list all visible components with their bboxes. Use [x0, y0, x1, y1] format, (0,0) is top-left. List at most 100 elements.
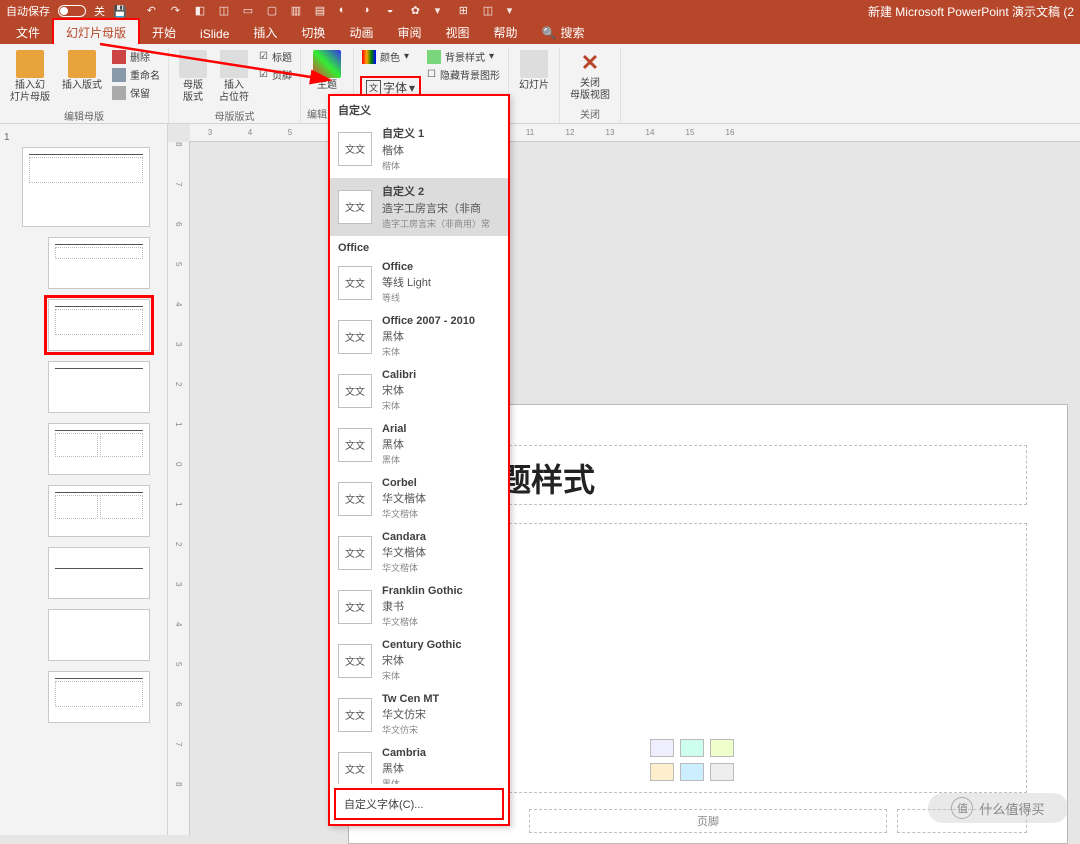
font-name: Arial	[382, 423, 406, 435]
slide-size-button[interactable]: 幻灯片	[515, 48, 553, 94]
font-preview-icon: 文文	[338, 374, 372, 408]
font-theme-item[interactable]: 文文Calibri宋体宋体	[330, 364, 508, 418]
smartart-icon[interactable]	[710, 739, 734, 757]
thumbnail-layout[interactable]	[48, 547, 150, 599]
footer-checkbox[interactable]: ☑ 页脚	[257, 66, 294, 83]
qat-icon[interactable]: ⊞	[459, 4, 473, 18]
thumbnail-layout[interactable]	[48, 671, 150, 723]
qat-icon[interactable]: ✿	[411, 4, 425, 18]
font-major: 宋体	[382, 382, 416, 398]
picture-icon[interactable]	[650, 763, 674, 781]
font-preview-icon: 文文	[338, 132, 372, 166]
qat-dropdown-icon[interactable]: ▾	[507, 4, 521, 18]
font-theme-item[interactable]: 文文Corbel华文楷体华文楷体	[330, 472, 508, 526]
thumbnail-layout[interactable]	[48, 361, 150, 413]
background-styles-button[interactable]: 背景样式 ▾	[425, 48, 502, 65]
qat-icon[interactable]: ◫	[483, 4, 497, 18]
font-minor: 华文楷体	[382, 561, 426, 574]
font-major: 楷体	[382, 142, 424, 158]
insert-slide-master-button[interactable]: 插入幻 灯片母版	[6, 48, 54, 106]
customize-fonts-button[interactable]: 自定义字体(C)...	[334, 788, 504, 820]
tab-insert[interactable]: 插入	[241, 20, 289, 44]
font-theme-item[interactable]: 文文Office 2007 - 2010黑体宋体	[330, 310, 508, 364]
thumbnail-layout[interactable]	[48, 485, 150, 537]
tab-search[interactable]: 🔍搜索	[530, 20, 597, 44]
qat-icon[interactable]: ◫	[219, 4, 233, 18]
undo-icon[interactable]: ↶	[147, 4, 161, 18]
qat-icon[interactable]: ◧	[195, 4, 209, 18]
footer-placeholder[interactable]: 页脚	[529, 809, 887, 833]
tab-transitions[interactable]: 切换	[289, 20, 337, 44]
colors-button[interactable]: 颜色 ▾	[360, 48, 421, 65]
tab-file[interactable]: 文件	[4, 20, 52, 44]
font-theme-item[interactable]: 文文Franklin Gothic隶书华文楷体	[330, 580, 508, 634]
tab-help[interactable]: 帮助	[481, 20, 529, 44]
delete-button[interactable]: 删除	[110, 48, 162, 65]
ruler-vertical: 87654321012345678	[168, 142, 190, 835]
tab-slide-master[interactable]: 幻灯片母版	[52, 18, 140, 44]
tab-view[interactable]: 视图	[433, 20, 481, 44]
font-name: Tw Cen MT	[382, 693, 439, 705]
font-minor: 等线	[382, 291, 431, 304]
thumbnail-layout[interactable]	[48, 237, 150, 289]
dropdown-section-office: Office	[330, 236, 508, 256]
font-theme-item[interactable]: 文文Cambria黑体黑体	[330, 742, 508, 784]
insert-placeholder-button[interactable]: 插入 占位符	[215, 48, 253, 106]
font-theme-item[interactable]: 文文Candara华文楷体华文楷体	[330, 526, 508, 580]
font-preview-icon: 文文	[338, 428, 372, 462]
qat-icon[interactable]: ◒	[387, 4, 401, 18]
title-checkbox[interactable]: ☑ 标题	[257, 48, 294, 65]
tab-review[interactable]: 审阅	[385, 20, 433, 44]
table-icon[interactable]	[650, 739, 674, 757]
tab-islide[interactable]: iSlide	[188, 23, 241, 44]
insert-layout-button[interactable]: 插入版式	[58, 48, 106, 94]
font-major: 华文楷体	[382, 490, 426, 506]
online-picture-icon[interactable]	[680, 763, 704, 781]
close-master-view-button[interactable]: ✕关闭 母版视图	[566, 48, 614, 104]
qat-icon[interactable]: ◐	[339, 4, 353, 18]
title-bar: 自动保存 关 💾 ↶ ↷ ◧ ◫ ▭ ▢ ▥ ▤ ◐ ◑ ◒ ✿ ▾ ⊞ ◫ ▾…	[0, 0, 1080, 22]
main-area: 1 345678910111213141516 8765432101234567…	[0, 124, 1080, 835]
font-major: 黑体	[382, 328, 475, 344]
themes-button[interactable]: 主题	[309, 48, 345, 94]
content-icons[interactable]	[650, 739, 746, 781]
tab-home[interactable]: 开始	[140, 20, 188, 44]
close-icon: ✕	[581, 50, 599, 76]
font-theme-item[interactable]: 文文自定义 1楷体楷体	[330, 120, 508, 178]
video-icon[interactable]	[710, 763, 734, 781]
font-theme-item[interactable]: 文文Office等线 Light等线	[330, 256, 508, 310]
autosave-toggle[interactable]	[58, 5, 86, 17]
font-name: Office	[382, 261, 431, 273]
font-theme-item[interactable]: 文文Arial黑体黑体	[330, 418, 508, 472]
save-icon[interactable]: 💾	[113, 5, 127, 18]
preserve-button[interactable]: 保留	[110, 84, 162, 101]
font-preview-icon: 文文	[338, 536, 372, 570]
qat-icon[interactable]: ◑	[363, 4, 377, 18]
font-preview-icon: 文文	[338, 482, 372, 516]
tab-animations[interactable]: 动画	[337, 20, 385, 44]
thumbnail-layout[interactable]	[48, 609, 150, 661]
qat-icon[interactable]: ▭	[243, 4, 257, 18]
ruler-horizontal: 345678910111213141516	[190, 124, 1080, 142]
slide-thumbnails-panel[interactable]: 1	[0, 124, 168, 835]
master-layout-button[interactable]: 母版 版式	[175, 48, 211, 106]
qat-icon[interactable]: ▤	[315, 4, 329, 18]
font-theme-item[interactable]: 文文Century Gothic宋体宋体	[330, 634, 508, 688]
font-name: 自定义 1	[382, 125, 424, 141]
rename-button[interactable]: 重命名	[110, 66, 162, 83]
thumbnail-layout[interactable]	[48, 423, 150, 475]
qat-icon[interactable]: ▢	[267, 4, 281, 18]
font-minor: 造字工房言宋（非商用）常	[382, 217, 490, 230]
chart-icon[interactable]	[680, 739, 704, 757]
redo-icon[interactable]: ↷	[171, 4, 185, 18]
thumbnail-layout-selected[interactable]	[48, 299, 150, 351]
hide-background-checkbox[interactable]: ☐ 隐藏背景图形	[425, 66, 502, 83]
font-preview-icon: 文文	[338, 266, 372, 300]
qat-icon[interactable]: ▾	[435, 4, 449, 18]
thumbnail-master[interactable]	[22, 147, 150, 227]
font-theme-item[interactable]: 文文自定义 2造字工房言宋（非商造字工房言宋（非商用）常	[330, 178, 508, 236]
font-theme-item[interactable]: 文文Tw Cen MT华文仿宋华文仿宋	[330, 688, 508, 742]
qat-icon[interactable]: ▥	[291, 4, 305, 18]
font-preview-icon: 文文	[338, 752, 372, 785]
font-major: 黑体	[382, 436, 406, 452]
